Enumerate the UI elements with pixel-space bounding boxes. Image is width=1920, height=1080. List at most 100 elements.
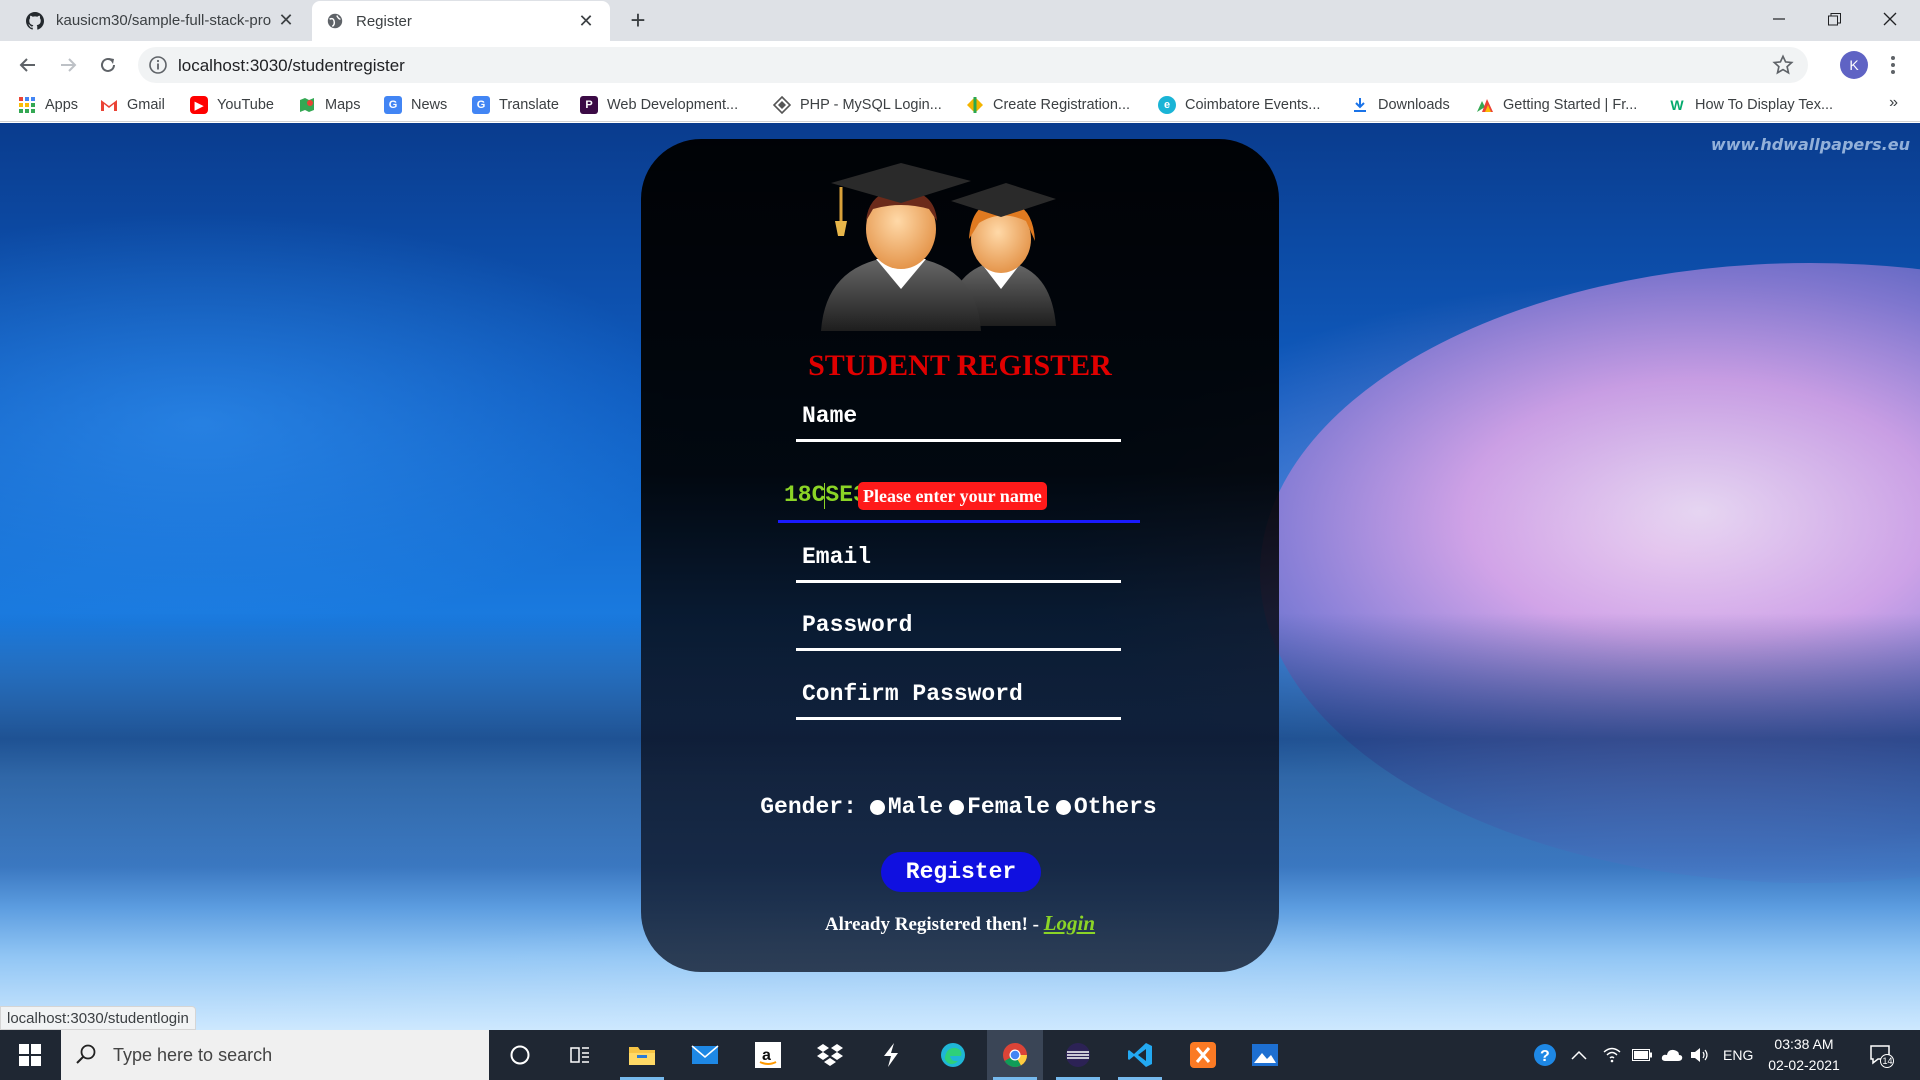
gmail-icon <box>100 96 118 114</box>
forward-button[interactable] <box>52 49 84 81</box>
bookmark-downloads[interactable]: Downloads <box>1351 94 1450 116</box>
gender-option-label: Male <box>887 794 944 820</box>
gender-radio-female[interactable]: Female <box>949 794 1050 820</box>
register-card: STUDENT REGISTER Name 18CSE30 Please ent… <box>641 139 1279 972</box>
restore-button[interactable] <box>1806 0 1862 38</box>
news-icon: G <box>384 96 402 114</box>
bookmark-coimbatore-events[interactable]: e Coimbatore Events... <box>1158 94 1320 116</box>
wallpaper-watermark: www.hdwallpapers.eu <box>1710 135 1910 154</box>
name-field[interactable]: Name <box>796 392 1121 442</box>
maps-icon <box>298 96 316 114</box>
edge-app[interactable] <box>925 1030 981 1080</box>
minimize-icon <box>1773 18 1785 20</box>
eclipse-app[interactable] <box>1050 1030 1106 1080</box>
dropbox-app[interactable] <box>802 1030 858 1080</box>
youtube-icon: ▶ <box>190 96 208 114</box>
gender-label: Gender: <box>760 794 857 820</box>
mail-app[interactable] <box>677 1030 733 1080</box>
start-button[interactable] <box>0 1030 60 1080</box>
tab-strip: kausicm30/sample-full-stack-pro ✕ Regist… <box>0 0 1920 41</box>
bookmark-star-icon[interactable] <box>1772 54 1794 76</box>
bookmark-label: Web Development... <box>607 97 739 113</box>
gender-option-label: Female <box>967 794 1050 820</box>
taskbar-search-box[interactable]: Type here to search <box>61 1030 489 1080</box>
clock-time: 03:38 AM <box>1774 1036 1834 1052</box>
notification-center-button[interactable]: 14 <box>1868 1030 1894 1080</box>
cortana-button[interactable] <box>492 1030 548 1080</box>
bookmark-label: Getting Started | Fr... <box>1503 97 1638 113</box>
winamp-app[interactable] <box>863 1030 919 1080</box>
gender-radio-male[interactable]: Male <box>869 794 944 820</box>
status-bar-url: localhost:3030/studentlogin <box>0 1006 196 1030</box>
radio-circle-icon[interactable] <box>869 799 885 815</box>
bookmark-how-to-display[interactable]: W How To Display Tex... <box>1668 94 1833 116</box>
language-indicator[interactable]: ENG <box>1723 1030 1753 1080</box>
lightning-icon <box>884 1043 898 1067</box>
wifi-icon[interactable] <box>1603 1030 1621 1080</box>
bookmark-gmail[interactable]: Gmail <box>100 94 165 116</box>
battery-icon[interactable] <box>1632 1030 1652 1080</box>
amazon-app[interactable]: a <box>740 1030 796 1080</box>
close-tab-icon[interactable]: ✕ <box>576 11 596 31</box>
gender-radio-others[interactable]: Others <box>1055 794 1157 820</box>
photos-app[interactable] <box>1237 1030 1293 1080</box>
vscode-app[interactable] <box>1112 1030 1168 1080</box>
bookmark-web-development[interactable]: P Web Development... <box>580 94 738 116</box>
translate-icon: G <box>472 96 490 114</box>
bookmark-label: News <box>411 97 448 113</box>
bookmark-news[interactable]: G News <box>384 94 447 116</box>
events-icon: e <box>1158 96 1176 114</box>
menu-kebab-icon[interactable] <box>1883 51 1903 79</box>
close-tab-icon[interactable]: ✕ <box>276 10 296 31</box>
taskbar-clock[interactable]: 03:38 AM 02-02-2021 <box>1760 1034 1848 1076</box>
photos-icon <box>1252 1044 1278 1066</box>
profile-avatar[interactable]: K <box>1840 51 1868 79</box>
radio-circle-icon[interactable] <box>1055 799 1071 815</box>
confirm-password-field[interactable]: Confirm Password <box>796 670 1121 720</box>
validation-tooltip: Please enter your name <box>858 482 1047 510</box>
chrome-app[interactable] <box>987 1030 1043 1080</box>
xampp-app[interactable] <box>1175 1030 1231 1080</box>
bookmark-php-mysql[interactable]: PHP - MySQL Login... <box>773 94 942 116</box>
bookmark-youtube[interactable]: ▶ YouTube <box>190 94 274 116</box>
volume-icon[interactable] <box>1690 1030 1710 1080</box>
password-field[interactable]: Password <box>796 601 1121 651</box>
close-window-button[interactable] <box>1862 0 1918 38</box>
name-field-placeholder: Name <box>802 403 858 429</box>
bookmark-maps[interactable]: Maps <box>298 94 360 116</box>
download-icon <box>1351 96 1369 114</box>
tray-chevron-up-icon[interactable] <box>1571 1030 1587 1080</box>
bookmark-translate[interactable]: G Translate <box>472 94 559 116</box>
github-icon <box>26 11 44 30</box>
mail-icon <box>691 1045 719 1064</box>
address-bar[interactable]: localhost:3030/studentregister <box>138 47 1808 83</box>
minimize-button[interactable] <box>1751 0 1807 38</box>
register-button[interactable]: Register <box>881 852 1041 892</box>
bookmark-label: Apps <box>45 97 79 113</box>
back-button[interactable] <box>12 49 44 81</box>
bookmark-apps[interactable]: Apps <box>18 94 78 116</box>
gender-option-label: Others <box>1073 794 1157 820</box>
site-info-icon[interactable] <box>148 55 168 75</box>
task-view-button[interactable] <box>552 1030 608 1080</box>
onedrive-cloud-icon[interactable] <box>1661 1030 1683 1080</box>
text-caret <box>824 483 825 509</box>
bookmarks-overflow-button[interactable]: » <box>1889 94 1898 112</box>
login-link[interactable]: Login <box>1044 911 1095 935</box>
bookmark-getting-started[interactable]: Getting Started | Fr... <box>1476 94 1637 116</box>
tab-register[interactable]: Register ✕ <box>312 1 610 41</box>
bookmark-label: Maps <box>325 97 361 113</box>
bookmark-label: Downloads <box>1378 97 1450 113</box>
tab-label: kausicm30/sample-full-stack-pro <box>56 12 272 29</box>
radio-circle-icon[interactable] <box>949 799 965 815</box>
file-explorer-app[interactable] <box>614 1030 670 1080</box>
reload-button[interactable] <box>92 49 124 81</box>
email-field[interactable]: Email <box>796 533 1121 583</box>
edge-icon <box>941 1043 965 1067</box>
vscode-icon <box>1128 1043 1152 1067</box>
bookmark-create-registration[interactable]: Create Registration... <box>966 94 1130 116</box>
new-tab-button[interactable]: + <box>624 5 652 35</box>
tab-github[interactable]: kausicm30/sample-full-stack-pro ✕ <box>12 0 310 41</box>
chrome-icon <box>1003 1043 1027 1068</box>
help-tray-icon[interactable]: ? <box>1532 1030 1558 1080</box>
